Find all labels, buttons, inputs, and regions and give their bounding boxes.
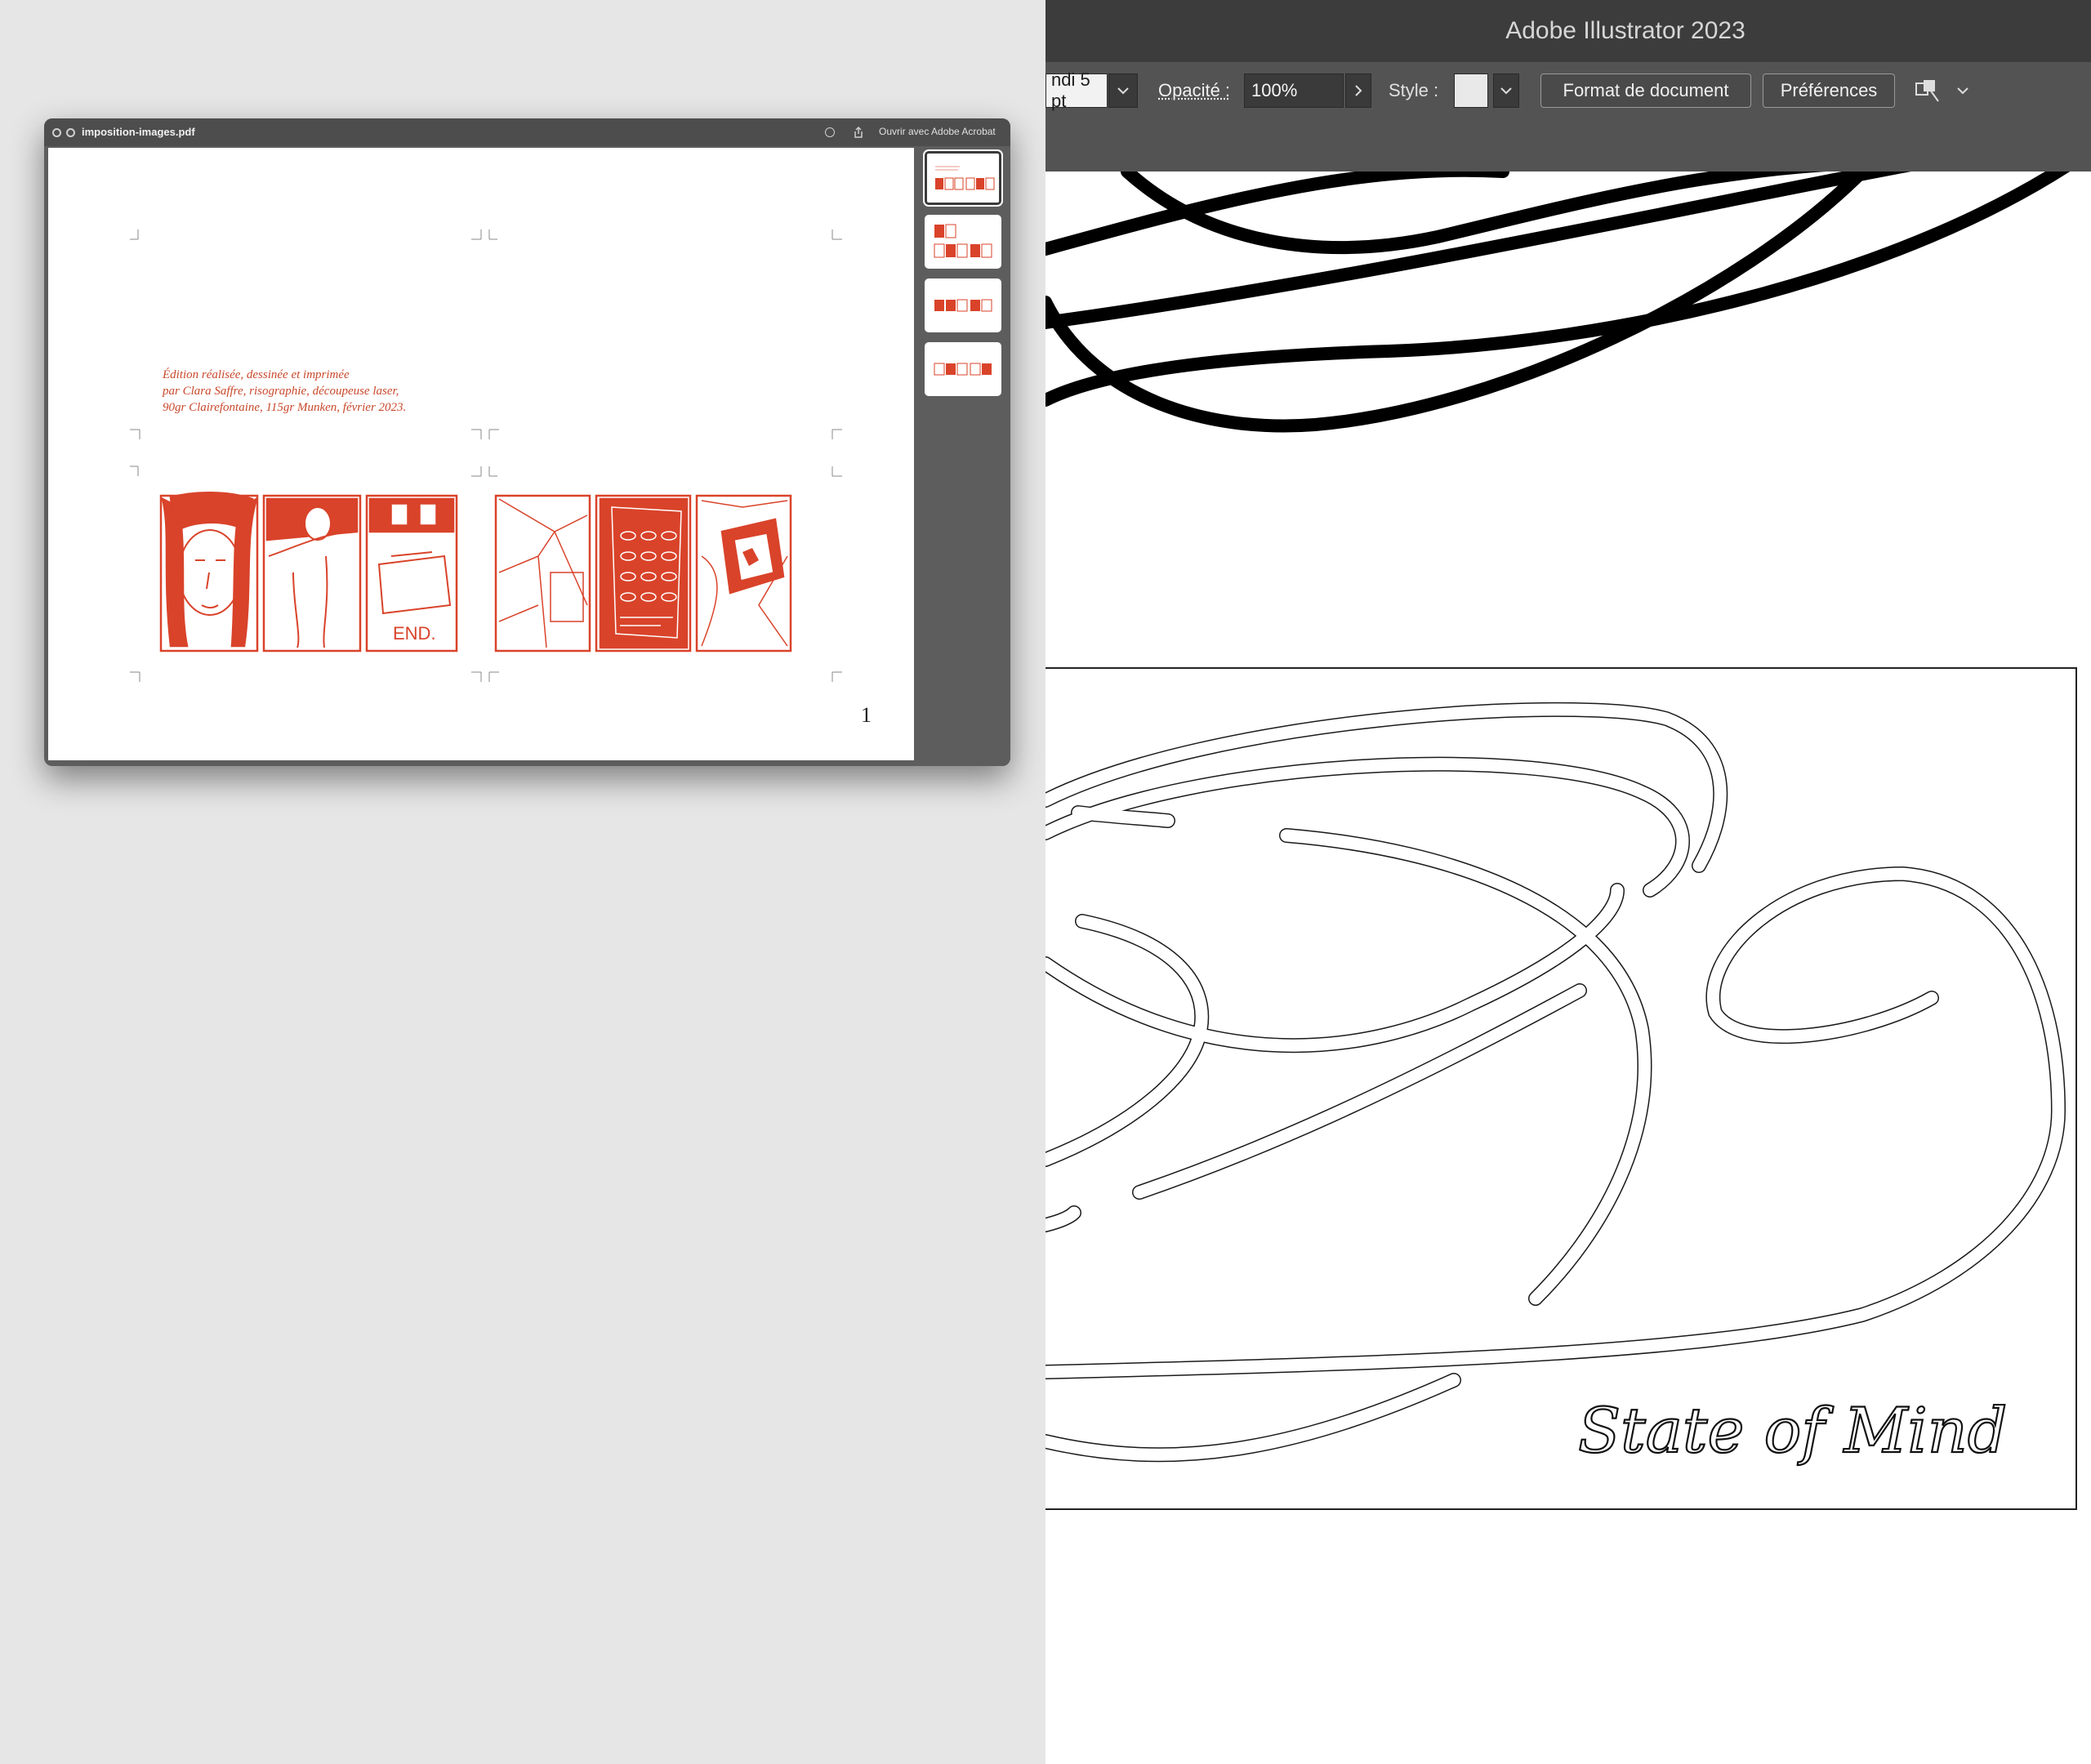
control-bar: ndi 5 pt Opacité : 100% Style : Format d… (1046, 62, 2091, 121)
page-thumbnail-3[interactable] (925, 278, 1001, 332)
riso-panels: END. (159, 491, 792, 653)
share-icon[interactable] (853, 126, 864, 139)
panel-portrait (159, 491, 259, 653)
page-thumbnail-2[interactable] (925, 215, 1001, 269)
graphic-style-dropdown[interactable] (1493, 74, 1519, 108)
panel-walls (494, 494, 591, 653)
panel-figure (262, 494, 362, 653)
illustrator-window: Adobe Illustrator 2023 ndi 5 pt Opacité … (1046, 0, 2091, 1764)
panel-end-text: END. (393, 623, 436, 644)
stroke-weight-field[interactable]: ndi 5 pt (1046, 69, 1108, 111)
page-artwork: END. (130, 229, 842, 682)
open-with-acrobat-button[interactable]: Ouvrir avec Adobe Acrobat (879, 126, 996, 137)
document-setup-button[interactable]: Format de document (1540, 74, 1751, 108)
illustrator-window-title: Adobe Illustrator 2023 (1505, 17, 1745, 44)
chevron-right-icon (1355, 85, 1362, 96)
scribble-strokes (1046, 149, 2089, 433)
preview-window: imposition-images.pdf Ouvrir avec Adobe … (44, 118, 1010, 766)
artboard-title-text: State of Mind (1578, 1394, 2007, 1467)
page-thumbnail-1[interactable] (923, 149, 1003, 207)
colophon-text: Édition réalisée, dessinée et imprimée p… (163, 367, 506, 416)
panel-bed: END. (365, 494, 458, 653)
canvas-artwork: State of Mind (1046, 149, 2089, 1510)
minimize-icon[interactable] (66, 128, 75, 137)
opacity-slider-button[interactable] (1345, 74, 1371, 108)
panel-framed-art (695, 494, 792, 653)
page-number: 1 (861, 703, 872, 727)
opacity-value: 100% (1251, 80, 1298, 100)
preview-filename: imposition-images.pdf (82, 126, 195, 138)
preview-title-bar[interactable]: imposition-images.pdf Ouvrir avec Adobe … (44, 118, 1010, 146)
arrange-documents-dropdown[interactable] (1951, 74, 1975, 108)
page-thumbnail-4[interactable] (925, 342, 1001, 396)
graphic-style-swatch[interactable] (1454, 74, 1488, 108)
illustrator-title-bar: Adobe Illustrator 2023 (1046, 0, 2091, 62)
panel-poster-eyes (595, 494, 692, 653)
artboard (1046, 667, 2077, 1510)
stroke-weight-dropdown[interactable] (1108, 74, 1138, 108)
style-label: Style : (1389, 80, 1439, 100)
opacity-label[interactable]: Opacité : (1158, 74, 1230, 108)
stroke-weight-value: ndi 5 pt (1051, 69, 1090, 111)
colophon-line: 90gr Clairefontaine, 115gr Munken, févri… (163, 401, 407, 414)
opacity-field[interactable]: 100% (1244, 74, 1344, 108)
close-icon[interactable] (52, 128, 61, 137)
document-tab-strip (1046, 121, 2091, 172)
thumbnail-sidebar (916, 148, 1010, 766)
info-icon[interactable] (825, 127, 835, 137)
colophon-line: par Clara Saffre, risographie, découpeus… (163, 385, 399, 398)
preferences-button[interactable]: Préférences (1763, 74, 1895, 108)
illustrator-canvas[interactable]: State of Mind (1046, 149, 2091, 1764)
pdf-page[interactable]: END. Édition réalisée, dessinée et impri… (48, 148, 914, 760)
arrange-documents-icon[interactable] (1911, 74, 1944, 108)
chevron-down-icon (1500, 87, 1512, 95)
colophon-line: Édition réalisée, dessinée et imprimée (163, 368, 350, 381)
chevron-down-icon (1957, 87, 1968, 95)
chevron-down-icon (1117, 87, 1129, 95)
